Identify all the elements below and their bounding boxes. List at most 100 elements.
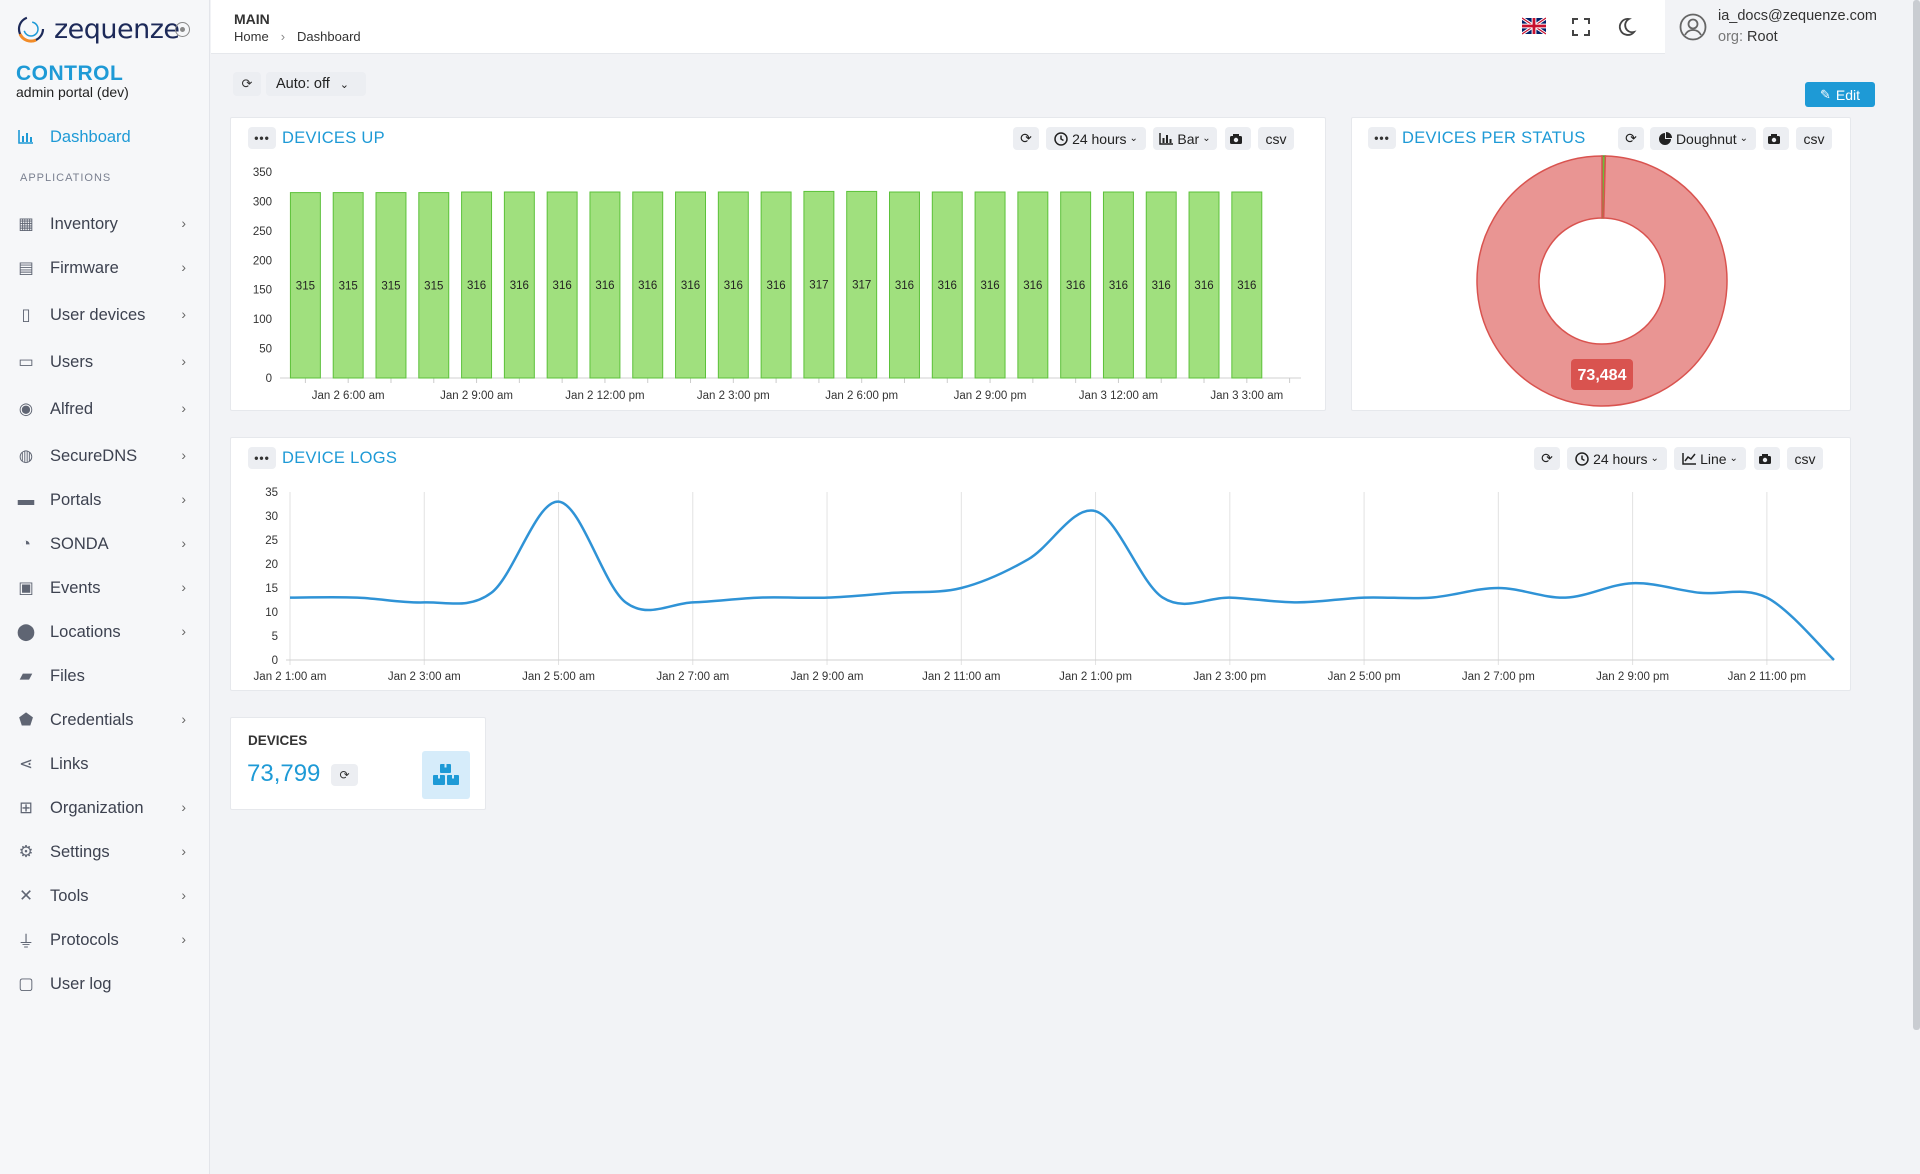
y-tick-label: 20 bbox=[265, 559, 278, 571]
brand-title: CONTROL bbox=[16, 62, 124, 85]
x-tick-label: Jan 2 3:00 pm bbox=[697, 390, 770, 402]
section-title: MAIN bbox=[234, 11, 270, 27]
sidebar-item-firmware[interactable]: ▤ Firmware › bbox=[16, 253, 196, 283]
page-scrollbar[interactable] bbox=[1913, 0, 1920, 1030]
bar-data-label: 316 bbox=[1194, 280, 1213, 292]
sidebar-item-links[interactable]: ⋖ Links bbox=[16, 749, 196, 779]
sidebar-item-label: Locations bbox=[50, 622, 121, 641]
section-label: APPLICATIONS bbox=[20, 172, 112, 184]
sidebar-item-label: Firmware bbox=[50, 258, 119, 277]
sidebar-item-label: SecureDNS bbox=[50, 446, 138, 465]
y-tick-label: 100 bbox=[253, 314, 272, 326]
app-logo[interactable]: zequenze bbox=[14, 12, 180, 46]
x-tick-label: Jan 2 3:00 pm bbox=[1193, 671, 1266, 683]
bar-data-label: 316 bbox=[980, 280, 999, 292]
sidebar-item-sonda[interactable]: ◔ SONDA › bbox=[16, 529, 196, 559]
sidebar-item-inventory[interactable]: ▦ Inventory › bbox=[16, 209, 196, 239]
bar-data-label: 317 bbox=[852, 280, 871, 292]
bar-data-label: 315 bbox=[424, 280, 443, 292]
chevron-right-icon: › bbox=[181, 535, 186, 551]
sidebar-item-label: Tools bbox=[50, 886, 89, 905]
moon-icon[interactable] bbox=[1615, 16, 1637, 38]
bar-data-label: 316 bbox=[1237, 280, 1256, 292]
shield-icon: ⬟ bbox=[18, 711, 34, 729]
sidebar-item-locations[interactable]: ⬤ Locations › bbox=[16, 617, 196, 647]
bar-data-label: 316 bbox=[510, 280, 529, 292]
event-icon: ▣ bbox=[18, 579, 34, 597]
sidebar-item-protocols[interactable]: ⏚ Protocols › bbox=[16, 925, 196, 955]
edit-label: Edit bbox=[1835, 86, 1861, 103]
bar-data-label: 316 bbox=[724, 280, 743, 292]
bar-data-label: 316 bbox=[638, 280, 657, 292]
sidebar-item-alfred[interactable]: ◉ Alfred › bbox=[16, 394, 196, 424]
chevron-right-icon: › bbox=[181, 623, 186, 639]
x-tick-label: Jan 2 6:00 pm bbox=[825, 390, 898, 402]
logo-icon bbox=[17, 15, 45, 43]
mobile-icon: ▯ bbox=[21, 306, 31, 324]
chevron-right-icon: › bbox=[181, 799, 186, 815]
y-tick-label: 0 bbox=[272, 655, 278, 667]
plug-icon: ⏚ bbox=[17, 933, 35, 951]
chevron-right-icon: › bbox=[181, 887, 186, 903]
uk-flag-icon[interactable] bbox=[1522, 17, 1546, 35]
edit-button[interactable]: ✎ Edit bbox=[1805, 82, 1875, 107]
robot-icon: ◉ bbox=[18, 400, 34, 418]
user-menu[interactable]: ia_docs@zequenze.com org: Root bbox=[1665, 0, 1920, 54]
sidebar-item-portals[interactable]: ▬ Portals › bbox=[16, 485, 196, 515]
y-tick-label: 300 bbox=[253, 196, 272, 208]
fullscreen-icon[interactable] bbox=[1570, 16, 1592, 38]
sidebar-item-label: Users bbox=[50, 352, 94, 371]
sidebar-item-label: Inventory bbox=[50, 214, 118, 233]
boxes-icon: ▦ bbox=[18, 215, 34, 233]
boxes-icon bbox=[422, 751, 470, 799]
dashboard-refresh-button[interactable]: ⟳ bbox=[233, 72, 261, 96]
sidebar-item-user-devices[interactable]: ▯ User devices › bbox=[16, 300, 196, 330]
edit-icon: ✎ bbox=[1819, 86, 1831, 102]
sidebar-item-tools[interactable]: ✕ Tools › bbox=[16, 881, 196, 911]
chevron-right-icon: › bbox=[181, 306, 186, 322]
bar-data-label: 316 bbox=[553, 280, 572, 292]
chevron-right-icon: › bbox=[181, 400, 186, 416]
sidebar-item-user-log[interactable]: ▢ User log bbox=[16, 969, 196, 999]
stat-refresh-button[interactable]: ⟳ bbox=[331, 764, 358, 786]
y-tick-label: 35 bbox=[265, 487, 278, 499]
bar-data-label: 316 bbox=[895, 280, 914, 292]
tools-icon: ✕ bbox=[19, 887, 33, 905]
device-logs-panel: ••• DEVICE LOGS ⟳ 24 hours ⌄ Line ⌄ csv … bbox=[230, 437, 1851, 691]
chevron-right-icon: › bbox=[181, 491, 186, 507]
sidebar-item-credentials[interactable]: ⬟ Credentials › bbox=[16, 705, 196, 735]
sidebar-item-users[interactable]: ▭ Users › bbox=[16, 347, 196, 377]
x-tick-label: Jan 2 6:00 am bbox=[312, 390, 385, 402]
devices-per-status-panel: ••• DEVICES PER STATUS ⟳ Doughnut ⌄ csv … bbox=[1351, 117, 1851, 411]
sidebar-item-files[interactable]: ▰ Files bbox=[16, 661, 196, 691]
logo-text: zequenze bbox=[54, 13, 180, 45]
y-tick-label: 150 bbox=[253, 285, 272, 297]
sidebar-item-settings[interactable]: ⚙ Settings › bbox=[16, 837, 196, 867]
breadcrumb-home[interactable]: Home bbox=[234, 29, 269, 44]
sidebar-item-label: Settings bbox=[50, 842, 110, 861]
breadcrumb: Home › Dashboard bbox=[234, 29, 361, 44]
x-tick-label: Jan 2 11:00 pm bbox=[1728, 671, 1806, 683]
x-tick-label: Jan 2 12:00 pm bbox=[565, 390, 644, 402]
sidebar-item-label: Portals bbox=[50, 490, 102, 509]
user-circle-icon bbox=[1679, 13, 1707, 41]
sidebar-item-organization[interactable]: ⊞ Organization › bbox=[16, 793, 196, 823]
sidebar-item-dashboard[interactable]: Dashboard bbox=[16, 122, 196, 152]
bar-data-label: 317 bbox=[809, 280, 828, 292]
bar-data-label: 316 bbox=[1109, 280, 1128, 292]
stat-title: DEVICES bbox=[248, 733, 308, 748]
bar-data-label: 316 bbox=[1023, 280, 1042, 292]
x-tick-label: Jan 2 9:00 am bbox=[791, 671, 864, 683]
sidebar-item-events[interactable]: ▣ Events › bbox=[16, 573, 196, 603]
bar-data-label: 316 bbox=[767, 280, 786, 292]
globe-icon: ◍ bbox=[18, 447, 34, 465]
sidebar-item-securedns[interactable]: ◍ SecureDNS › bbox=[16, 441, 196, 471]
pin-sidebar-icon[interactable] bbox=[175, 22, 190, 37]
x-tick-label: Jan 2 7:00 am bbox=[656, 671, 729, 683]
series-line[interactable] bbox=[289, 500, 1835, 661]
auto-refresh-dropdown[interactable]: Auto: off ⌄ bbox=[266, 72, 366, 96]
refresh-icon: ⟳ bbox=[241, 76, 253, 91]
x-tick-label: Jan 3 3:00 am bbox=[1210, 390, 1283, 402]
stat-value: 73,799 bbox=[247, 760, 321, 787]
x-tick-label: Jan 2 11:00 am bbox=[922, 671, 1000, 683]
